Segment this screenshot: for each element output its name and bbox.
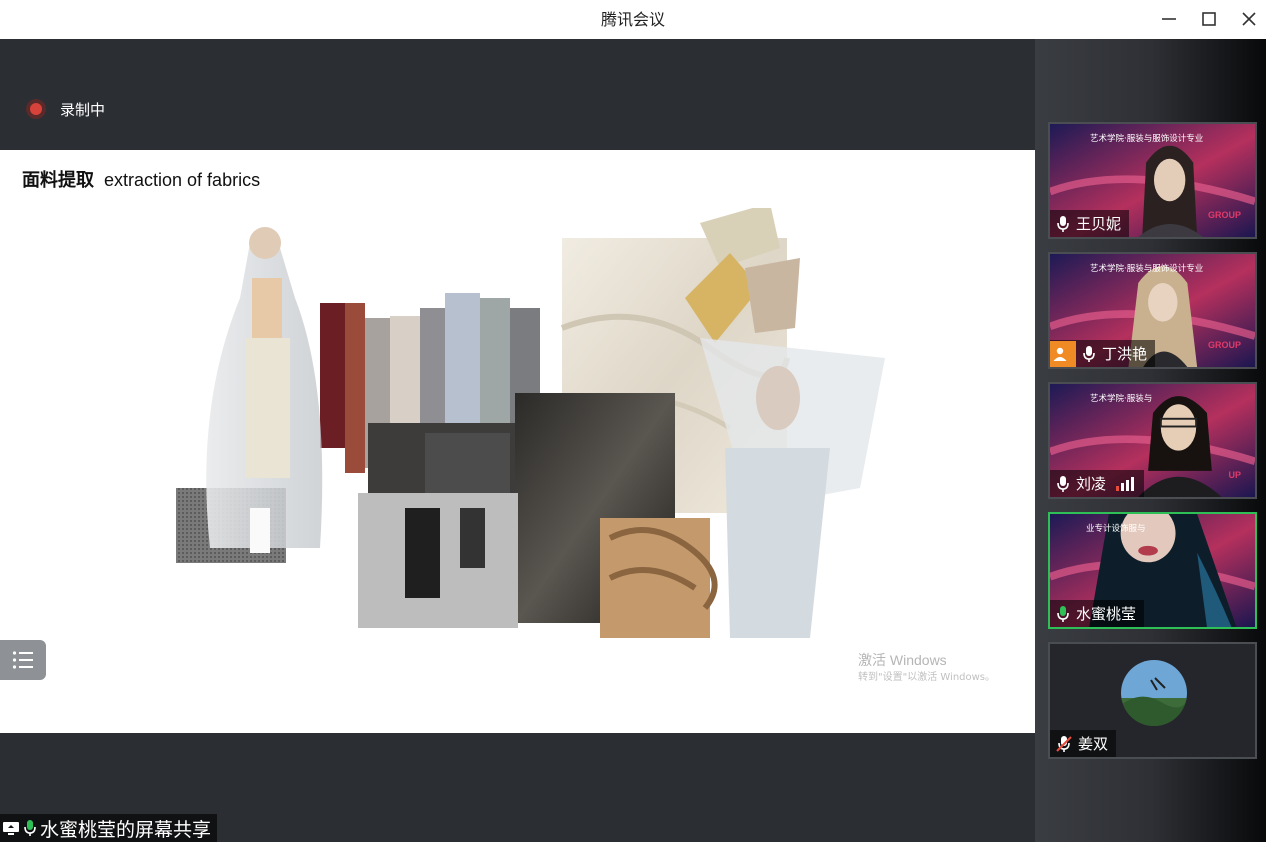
network-signal-icon	[1116, 476, 1136, 491]
windows-watermark-line1: 激活 Windows	[858, 652, 947, 668]
window-title: 腾讯会议	[600, 10, 665, 29]
presentation-slide: 面料提取 extraction of fabrics 激活 Windows 转到…	[0, 150, 1035, 733]
participant-nameplate: 刘凌	[1050, 470, 1145, 497]
mic-icon	[1057, 475, 1069, 492]
close-button[interactable]	[1234, 6, 1264, 32]
participant-name: 水蜜桃莹	[1076, 605, 1137, 623]
mic-icon	[1083, 345, 1095, 362]
participant-panel: 艺术学院·服装与服饰设计专业 GROUP 王贝妮 艺术学院·服装与服饰设计专业 …	[1035, 39, 1266, 842]
participant-name: 姜双	[1078, 735, 1109, 753]
participant-name: 丁洪艳	[1102, 345, 1148, 363]
recording-label: 录制中	[60, 100, 106, 119]
participant-tile[interactable]: 艺术学院·服装与 UP 刘凌	[1048, 382, 1257, 499]
mic-icon	[1057, 215, 1069, 232]
recording-indicator[interactable]: 录制中	[26, 99, 105, 119]
minimize-icon	[1162, 18, 1176, 20]
participant-nameplate: 丁洪艳	[1050, 340, 1156, 367]
participant-banner-group: UP	[1228, 470, 1241, 480]
title-bar: 腾讯会议	[0, 0, 1266, 39]
maximize-button[interactable]	[1194, 6, 1224, 32]
maximize-icon	[1202, 12, 1216, 26]
participant-nameplate: 姜双	[1050, 730, 1117, 757]
screen-share-label: 水蜜桃莹的屏幕共享	[0, 814, 218, 842]
list-toggle-button[interactable]	[0, 640, 46, 680]
participant-nameplate: 水蜜桃莹	[1050, 600, 1145, 627]
record-icon	[26, 99, 46, 119]
participant-name: 刘凌	[1076, 475, 1107, 493]
participant-name: 王贝妮	[1076, 215, 1122, 233]
slide-title-en: extraction of fabrics	[104, 170, 261, 190]
participant-banner-group: GROUP	[1207, 210, 1241, 220]
slide-title-cn: 面料提取	[22, 170, 94, 191]
participant-tile[interactable]: 艺术学院·服装与服饰设计专业 GROUP 丁洪艳	[1048, 252, 1257, 369]
list-icon	[12, 651, 33, 669]
participant-banner: 艺术学院·服装与服饰设计专业	[1090, 134, 1204, 144]
minimize-button[interactable]	[1154, 6, 1184, 32]
close-icon	[1242, 12, 1256, 26]
screen-share-area: 录制中 面料提取 extraction of fabrics 激活 Window…	[0, 39, 1035, 842]
windows-watermark-line2: 转到"设置"以激活 Windows。	[858, 672, 996, 683]
mic-muted-icon	[1056, 735, 1072, 752]
participant-avatar	[1121, 660, 1187, 726]
participant-banner: 艺术学院·服装与	[1090, 394, 1153, 404]
slide-title: 面料提取 extraction of fabrics	[22, 166, 260, 192]
meeting-window: 腾讯会议 录制中 面料提取 extraction of fabrics 激活 W…	[0, 0, 1266, 842]
participant-tile[interactable]: 艺术学院·服装与服饰设计专业 GROUP 王贝妮	[1048, 122, 1257, 239]
mic-active-icon	[24, 820, 36, 836]
participant-tile-active[interactable]: 业专计设饰服与 水蜜桃莹	[1048, 512, 1257, 629]
screen-share-owner: 水蜜桃莹的屏幕共享	[40, 818, 212, 841]
screen-share-icon	[3, 822, 19, 835]
mic-active-icon	[1057, 605, 1069, 622]
participant-banner: 业专计设饰服与	[1086, 524, 1146, 534]
participant-nameplate: 王贝妮	[1050, 210, 1130, 237]
participant-banner: 艺术学院·服装与服饰设计专业	[1090, 264, 1204, 274]
fabric-collage-image	[176, 208, 885, 638]
participant-tile[interactable]: 姜双	[1048, 642, 1257, 759]
user-avatar-icon	[1050, 340, 1076, 367]
participant-banner-group: GROUP	[1207, 340, 1241, 350]
